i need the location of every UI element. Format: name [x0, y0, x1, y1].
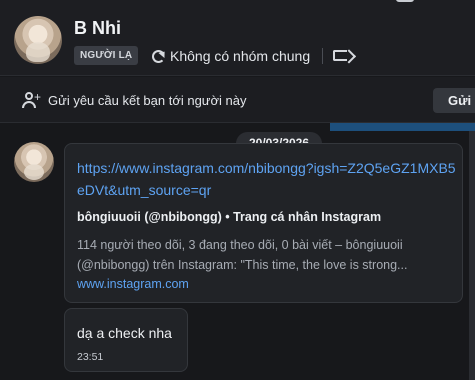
common-groups-label: Không có nhóm chung: [170, 48, 311, 64]
header-divider: [322, 48, 323, 64]
add-user-icon: +: [22, 91, 41, 108]
tag-icon[interactable]: [333, 50, 347, 61]
message-time: 23:51: [77, 351, 104, 363]
common-groups[interactable]: Không có nhóm chung: [152, 46, 310, 66]
link-preview-domain[interactable]: www.instagram.com: [77, 277, 189, 291]
link-preview-description: 114 người theo dõi, 3 đang theo dõi, 0 b…: [77, 238, 408, 272]
chat-scrollbar[interactable]: [469, 131, 475, 380]
window-control-icon[interactable]: [396, 0, 414, 2]
chat-header: B Nhi NGƯỜI LẠ Không có nhóm chung: [0, 0, 475, 76]
message-text: dạ a check nha: [77, 325, 172, 341]
link-message[interactable]: https://www.instagram.com/nbibongg?igsh=…: [64, 143, 463, 303]
accent-strip: [330, 123, 475, 131]
message-avatar[interactable]: [14, 142, 54, 182]
sync-icon: [152, 49, 165, 63]
link-preview-title[interactable]: bôngiuuoii (@nbibongg) • Trang cá nhân I…: [77, 210, 381, 224]
friend-request-bar: + Gửi yêu cầu kết bạn tới người này Gửi: [0, 77, 475, 123]
stranger-badge: NGƯỜI LẠ: [74, 46, 139, 65]
message-link[interactable]: https://www.instagram.com/nbibongg?igsh=…: [77, 157, 457, 201]
friend-request-text: Gửi yêu cầu kết bạn tới người này: [48, 93, 247, 108]
contact-avatar[interactable]: [14, 16, 62, 64]
text-message[interactable]: dạ a check nha 23:51: [64, 308, 188, 372]
send-request-button[interactable]: Gửi: [433, 88, 475, 113]
contact-name[interactable]: B Nhi: [74, 18, 121, 39]
